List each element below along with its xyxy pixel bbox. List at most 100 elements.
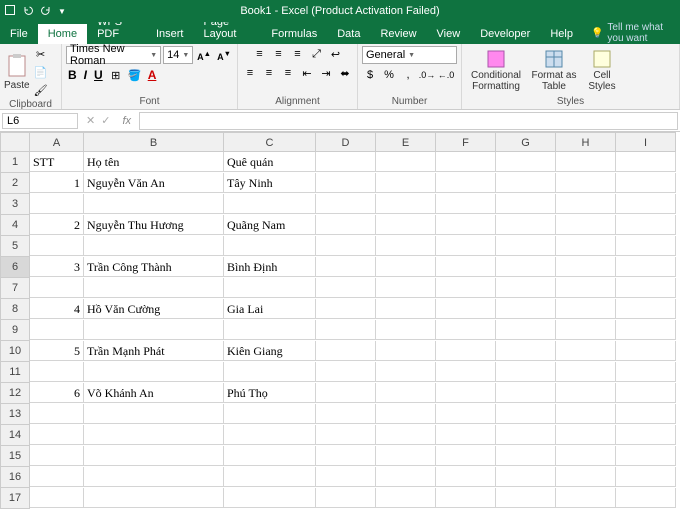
enter-icon[interactable]: ✓ — [101, 114, 110, 127]
cell[interactable] — [224, 236, 316, 256]
cell[interactable]: 3 — [30, 257, 84, 277]
cell[interactable] — [616, 236, 676, 256]
tab-data[interactable]: Data — [327, 24, 370, 44]
cell[interactable] — [84, 194, 224, 214]
font-name-combo[interactable]: Times New Roman▼ — [66, 46, 161, 64]
cell[interactable] — [616, 215, 676, 235]
align-top-icon[interactable]: ≡ — [252, 46, 268, 62]
cell[interactable] — [316, 236, 376, 256]
cell[interactable]: Trần Công Thành — [84, 257, 224, 277]
cell[interactable] — [616, 425, 676, 445]
cell[interactable]: Nguyễn Thu Hương — [84, 215, 224, 235]
cell[interactable] — [224, 467, 316, 487]
cell[interactable] — [376, 278, 436, 298]
column-header-I[interactable]: I — [616, 132, 676, 152]
cell[interactable] — [556, 173, 616, 193]
cell[interactable] — [616, 341, 676, 361]
cell[interactable] — [436, 215, 496, 235]
row-header[interactable]: 3 — [0, 194, 30, 215]
cell[interactable] — [496, 236, 556, 256]
fx-icon[interactable]: fx — [116, 115, 137, 127]
cell[interactable] — [556, 383, 616, 403]
cell[interactable] — [224, 194, 316, 214]
formula-input[interactable] — [139, 112, 678, 130]
fill-color-button[interactable]: 🪣 — [127, 67, 143, 83]
comma-format-icon[interactable]: , — [400, 67, 416, 83]
cell[interactable] — [30, 425, 84, 445]
row-header[interactable]: 7 — [0, 278, 30, 299]
cell[interactable] — [556, 488, 616, 508]
cell-styles-button[interactable]: Cell Styles — [582, 49, 622, 92]
cell[interactable] — [84, 488, 224, 508]
cell[interactable] — [436, 383, 496, 403]
cell[interactable]: 4 — [30, 299, 84, 319]
cell[interactable] — [496, 215, 556, 235]
cell[interactable] — [316, 194, 376, 214]
tell-me-search[interactable]: 💡 Tell me what you want — [591, 22, 680, 44]
cell[interactable] — [556, 404, 616, 424]
cell[interactable] — [30, 362, 84, 382]
align-center-icon[interactable]: ≡ — [261, 65, 277, 81]
align-left-icon[interactable]: ≡ — [242, 65, 258, 81]
tab-review[interactable]: Review — [370, 24, 426, 44]
cell[interactable] — [376, 320, 436, 340]
cell[interactable] — [224, 278, 316, 298]
cell[interactable] — [84, 446, 224, 466]
select-all-corner[interactable] — [0, 132, 30, 152]
bold-button[interactable]: B — [66, 68, 79, 82]
cell[interactable] — [376, 299, 436, 319]
cell[interactable] — [376, 152, 436, 172]
row-header[interactable]: 15 — [0, 446, 30, 467]
tab-formulas[interactable]: Formulas — [261, 24, 327, 44]
cell[interactable] — [556, 320, 616, 340]
cell[interactable] — [496, 299, 556, 319]
cell[interactable]: Nguyễn Văn An — [84, 173, 224, 193]
decrease-decimal-icon[interactable]: ←.0 — [438, 67, 454, 83]
cell[interactable] — [316, 404, 376, 424]
cell[interactable] — [316, 278, 376, 298]
cell[interactable] — [316, 320, 376, 340]
align-bottom-icon[interactable]: ≡ — [290, 46, 306, 62]
cell[interactable] — [436, 362, 496, 382]
row-header[interactable]: 11 — [0, 362, 30, 383]
cell[interactable]: 2 — [30, 215, 84, 235]
cell[interactable] — [496, 257, 556, 277]
cell[interactable] — [616, 194, 676, 214]
cell[interactable] — [376, 425, 436, 445]
cell[interactable] — [496, 488, 556, 508]
cell[interactable] — [224, 320, 316, 340]
row-header[interactable]: 16 — [0, 467, 30, 488]
cell[interactable] — [616, 383, 676, 403]
cell[interactable] — [316, 215, 376, 235]
cell[interactable] — [496, 152, 556, 172]
row-header[interactable]: 9 — [0, 320, 30, 341]
cell[interactable] — [496, 467, 556, 487]
font-color-button[interactable]: A — [146, 68, 159, 82]
cell[interactable]: Tây Ninh — [224, 173, 316, 193]
cell[interactable]: Trần Mạnh Phát — [84, 341, 224, 361]
cell[interactable]: Quê quán — [224, 152, 316, 172]
cell[interactable] — [556, 215, 616, 235]
cell[interactable] — [376, 404, 436, 424]
cell[interactable] — [436, 446, 496, 466]
cell[interactable] — [556, 425, 616, 445]
cell[interactable] — [556, 467, 616, 487]
cell[interactable] — [376, 341, 436, 361]
column-header-A[interactable]: A — [30, 132, 84, 152]
cell[interactable] — [376, 257, 436, 277]
cell[interactable] — [496, 173, 556, 193]
cell[interactable] — [30, 404, 84, 424]
cell[interactable] — [376, 362, 436, 382]
border-button[interactable]: ⊞ — [108, 67, 124, 83]
row-header[interactable]: 6 — [0, 257, 30, 278]
row-header[interactable]: 14 — [0, 425, 30, 446]
cell[interactable] — [436, 404, 496, 424]
cell[interactable]: Gia Lai — [224, 299, 316, 319]
cell[interactable] — [616, 404, 676, 424]
cell[interactable] — [556, 341, 616, 361]
cell[interactable]: Võ Khánh An — [84, 383, 224, 403]
column-header-G[interactable]: G — [496, 132, 556, 152]
cell[interactable] — [436, 467, 496, 487]
cell[interactable] — [556, 236, 616, 256]
cell[interactable] — [496, 194, 556, 214]
